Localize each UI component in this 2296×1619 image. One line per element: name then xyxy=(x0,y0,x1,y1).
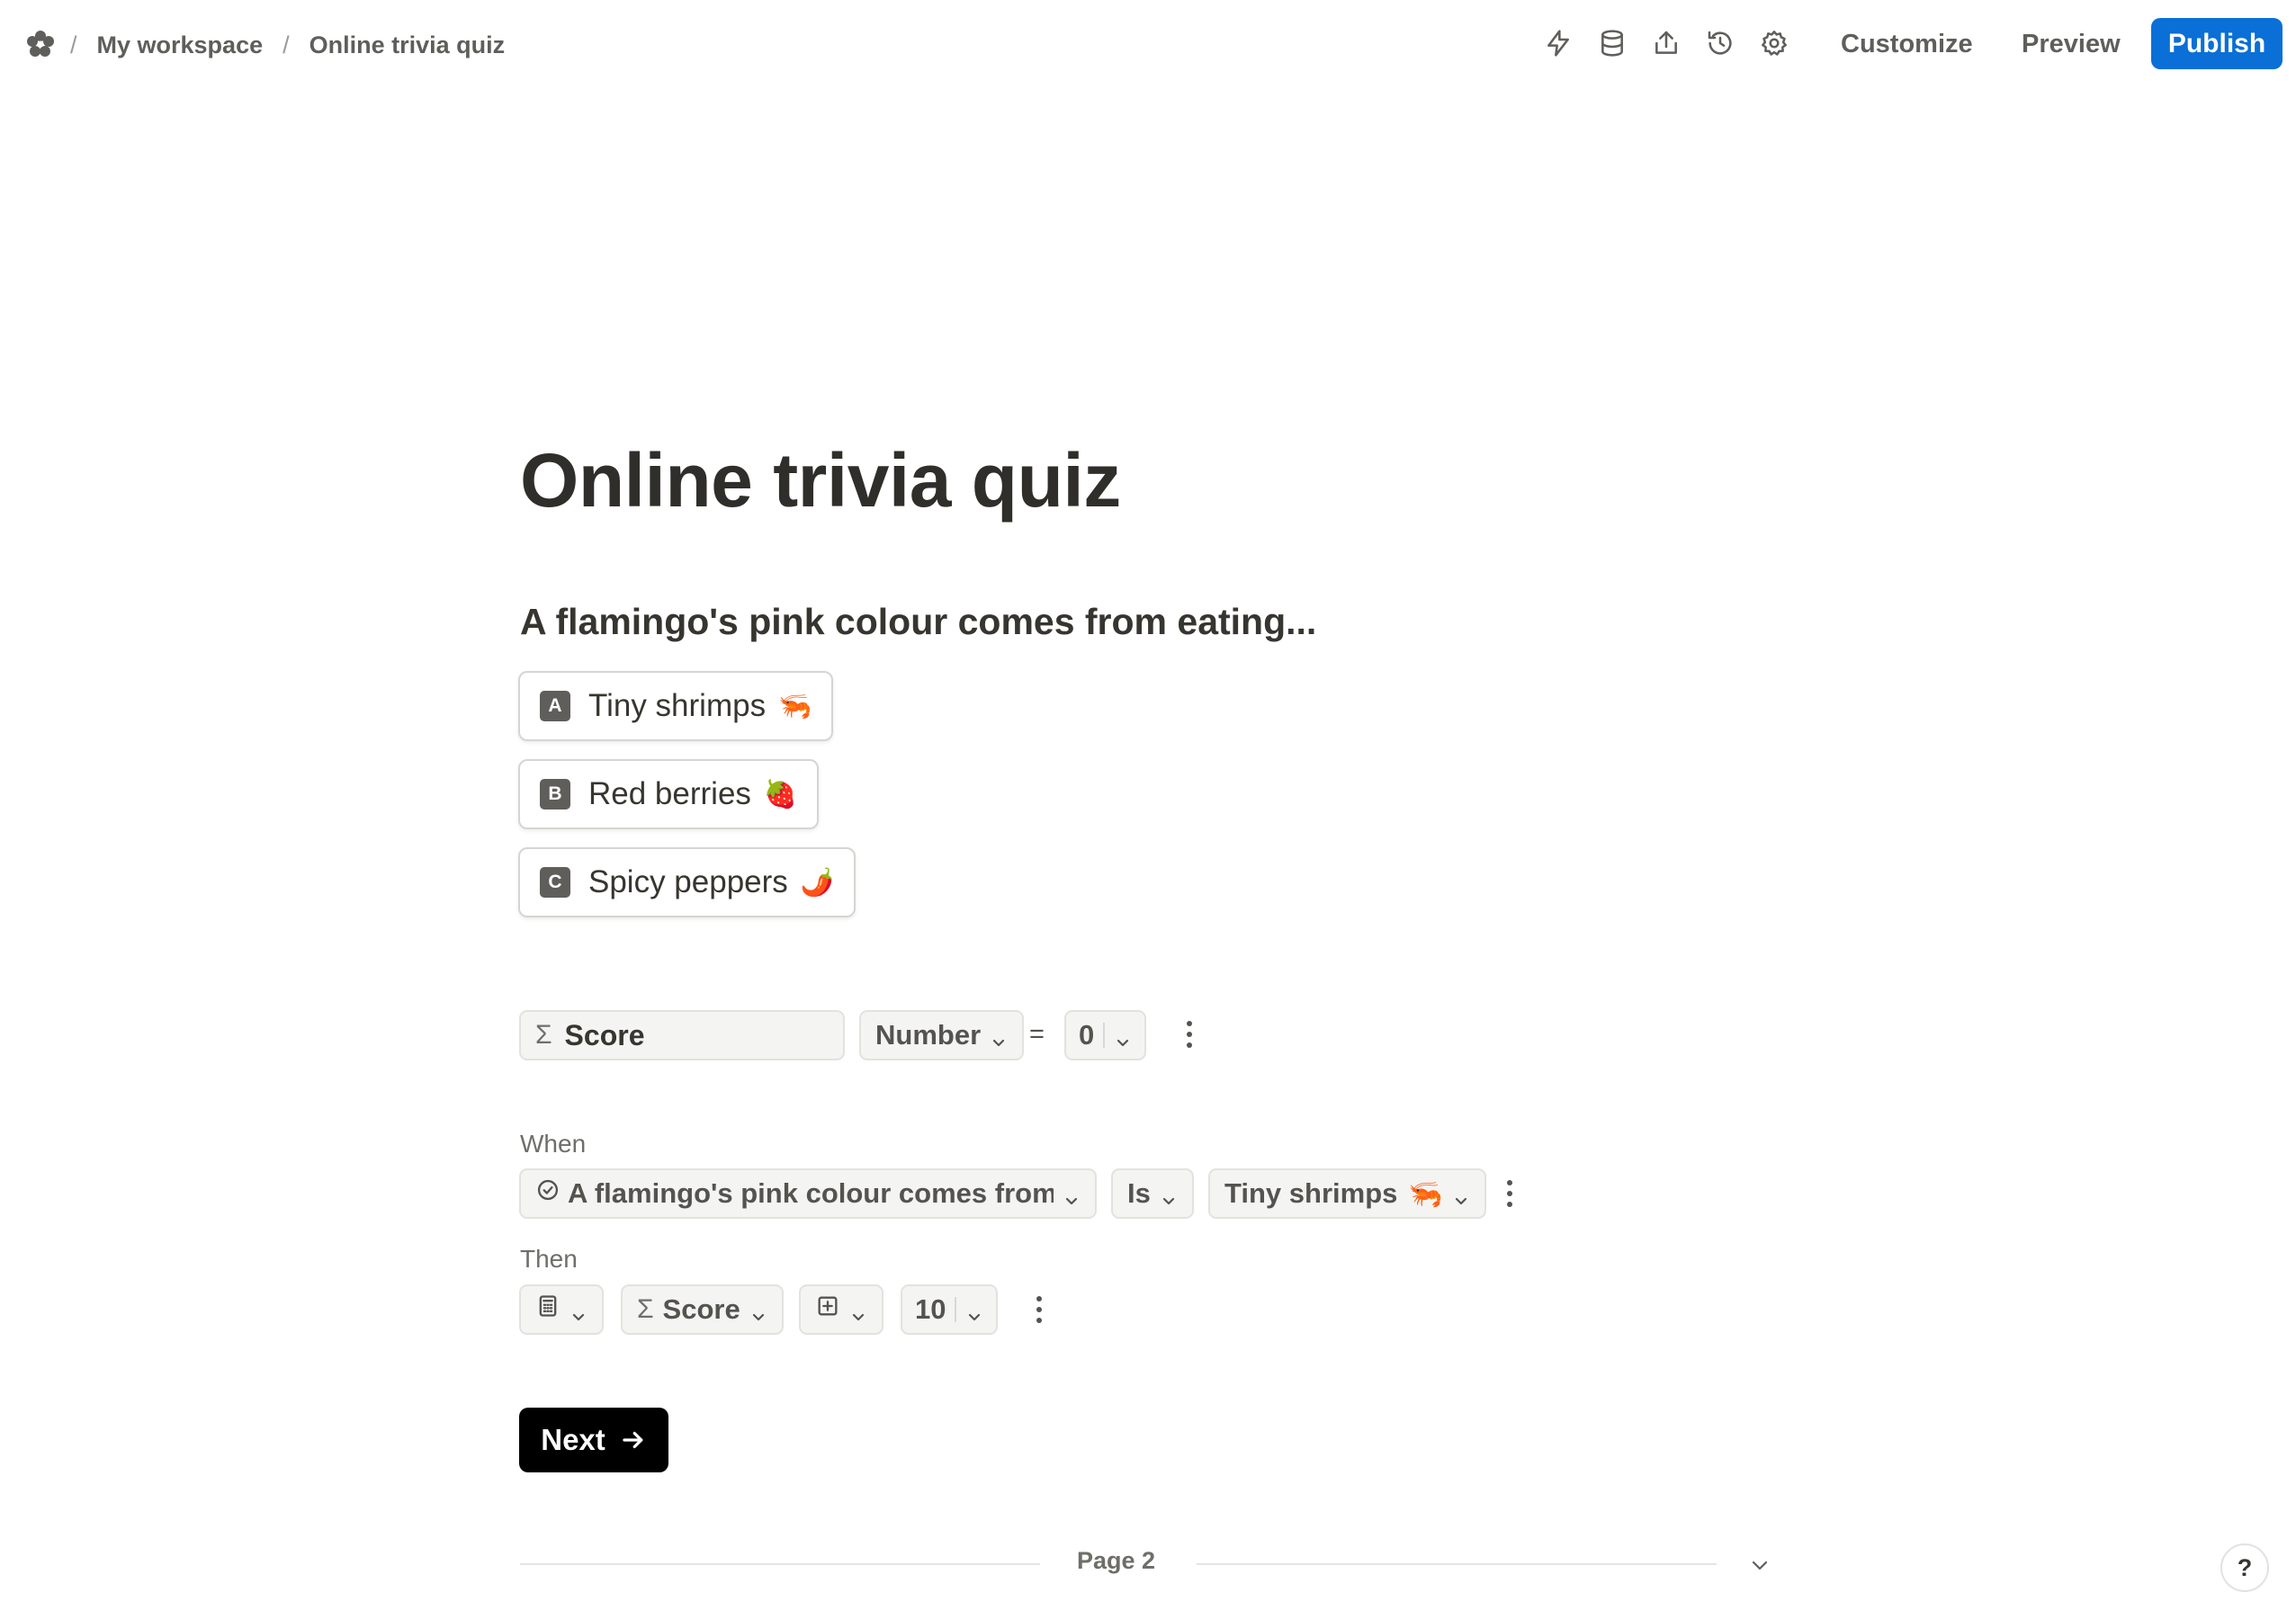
pepper-emoji: 🌶️ xyxy=(800,867,835,898)
sigma-icon: Σ xyxy=(637,1294,654,1324)
chevron-down-icon xyxy=(1160,1185,1178,1205)
option-key-badge: B xyxy=(540,779,570,810)
top-bar: / My workspace / Online trivia quiz Cust… xyxy=(0,0,2296,88)
breadcrumb-form-name[interactable]: Online trivia quiz xyxy=(309,31,506,59)
calculation-type-value: Number xyxy=(875,1019,982,1051)
option-key-badge: C xyxy=(540,867,570,898)
page-label[interactable]: Page 2 xyxy=(1077,1547,1155,1575)
chevron-down-icon xyxy=(849,1301,867,1321)
when-label: When xyxy=(520,1130,587,1158)
shrimp-emoji: 🦐 xyxy=(1408,1177,1443,1210)
breadcrumb: / My workspace / Online trivia quiz xyxy=(70,27,505,63)
next-button[interactable]: Next xyxy=(519,1408,668,1472)
initial-value: 0 xyxy=(1079,1019,1095,1051)
option-label: Tiny shrimps xyxy=(588,688,767,723)
publish-button[interactable]: Publish xyxy=(2151,18,2283,69)
option-key-badge: A xyxy=(540,691,570,721)
calculation-type-select[interactable]: Number xyxy=(859,1010,1025,1060)
history-icon[interactable] xyxy=(1702,25,1738,61)
sigma-icon: Σ xyxy=(535,1020,552,1050)
divider xyxy=(955,1297,957,1322)
then-label: Then xyxy=(520,1245,578,1273)
breadcrumb-separator: / xyxy=(70,31,77,58)
action-operation-select[interactable] xyxy=(799,1284,883,1335)
action-target-select[interactable]: Σ Score xyxy=(621,1284,784,1335)
action-target-value: Score xyxy=(662,1293,740,1325)
chevron-down-icon xyxy=(965,1301,983,1321)
page-divider-line xyxy=(520,1563,1040,1565)
condition-more-menu-icon[interactable] xyxy=(1496,1174,1523,1213)
option-b[interactable]: B Red berries 🍓 xyxy=(518,759,820,829)
page-divider-line xyxy=(1197,1563,1717,1565)
calculator-icon xyxy=(535,1293,561,1326)
action-value: 10 xyxy=(915,1293,946,1325)
condition-value-select[interactable]: Tiny shrimps 🦐 xyxy=(1208,1168,1486,1219)
question-title[interactable]: A flamingo's pink colour comes from eati… xyxy=(520,601,1316,643)
condition-field-select[interactable]: A flamingo's pink colour comes from ... xyxy=(519,1168,1097,1219)
calculation-name: Score xyxy=(564,1018,645,1051)
breadcrumb-workspace[interactable]: My workspace xyxy=(97,31,264,59)
calculation-name-input[interactable]: Σ Score xyxy=(519,1010,845,1060)
action-value-select[interactable]: 10 xyxy=(901,1284,999,1335)
strawberry-emoji: 🍓 xyxy=(763,779,798,810)
form-title[interactable]: Online trivia quiz xyxy=(520,437,1121,524)
settings-icon[interactable] xyxy=(1756,25,1792,61)
app-logo-icon[interactable] xyxy=(25,29,56,59)
chevron-down-icon xyxy=(1063,1185,1081,1205)
arrow-right-icon xyxy=(623,1431,643,1449)
check-circle-icon xyxy=(535,1177,561,1210)
chevron-down-icon xyxy=(1452,1185,1470,1205)
condition-operator-select[interactable]: Is xyxy=(1111,1168,1194,1219)
divider xyxy=(1103,1023,1106,1048)
option-a[interactable]: A Tiny shrimps 🦐 xyxy=(518,671,834,741)
customize-button[interactable]: Customize xyxy=(1841,20,1973,68)
chevron-down-icon xyxy=(749,1301,767,1321)
option-label: Spicy peppers xyxy=(588,864,788,899)
lightning-icon[interactable] xyxy=(1540,25,1576,61)
action-type-select[interactable] xyxy=(519,1284,604,1335)
breadcrumb-separator: / xyxy=(283,31,290,58)
chevron-down-icon xyxy=(1114,1026,1132,1047)
chevron-down-icon[interactable] xyxy=(1745,1551,1774,1579)
condition-field-value: A flamingo's pink colour comes from ... xyxy=(568,1177,1054,1209)
shrimp-emoji: 🦐 xyxy=(778,691,812,721)
option-c[interactable]: C Spicy peppers 🌶️ xyxy=(518,847,857,917)
help-button[interactable]: ? xyxy=(2220,1543,2269,1592)
chevron-down-icon xyxy=(570,1301,587,1321)
database-icon[interactable] xyxy=(1594,25,1630,61)
share-icon[interactable] xyxy=(1648,25,1684,61)
calculation-more-menu-icon[interactable] xyxy=(1176,1015,1203,1054)
equals-sign: = xyxy=(1029,1020,1045,1049)
preview-button[interactable]: Preview xyxy=(2022,20,2121,68)
next-button-label: Next xyxy=(541,1423,605,1456)
chevron-down-icon xyxy=(990,1026,1008,1047)
condition-operator-value: Is xyxy=(1127,1177,1151,1209)
plus-square-icon xyxy=(815,1293,840,1326)
condition-value: Tiny shrimps xyxy=(1224,1177,1398,1209)
option-label: Red berries xyxy=(588,776,751,811)
action-more-menu-icon[interactable] xyxy=(1026,1290,1053,1329)
initial-value-select[interactable]: 0 xyxy=(1064,1010,1147,1060)
